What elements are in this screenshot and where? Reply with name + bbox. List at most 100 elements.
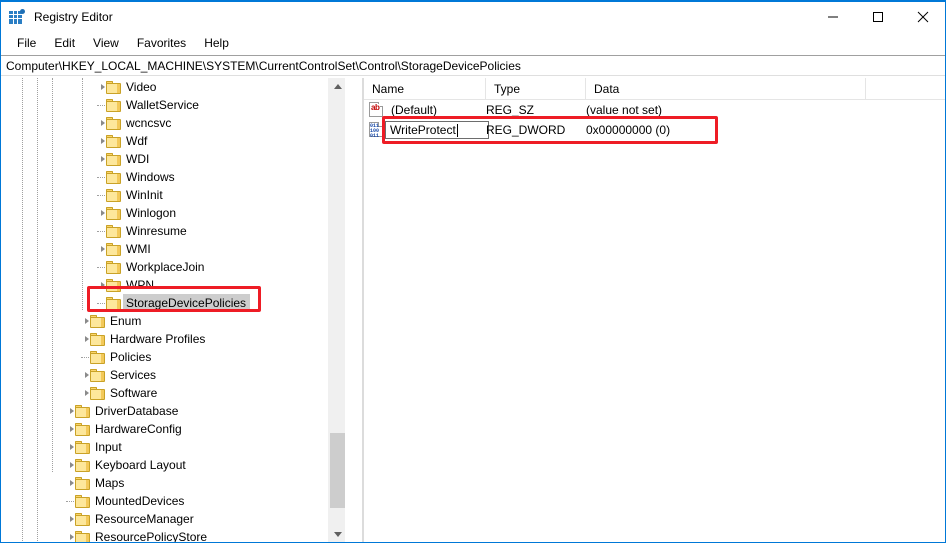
values-column-header: Name Type Data (364, 78, 945, 100)
value-name-edit-text: WriteProtect (390, 123, 456, 137)
tree-item[interactable]: WPN (2, 276, 345, 294)
menu-item-favorites[interactable]: Favorites (128, 33, 195, 55)
tree-item[interactable]: Video (2, 78, 345, 96)
tree-item[interactable]: Software (2, 384, 345, 402)
tree-item[interactable]: Enum (2, 312, 345, 330)
tree-item-label: Software (110, 386, 158, 400)
tree-item-label: Policies (110, 350, 152, 364)
tree-item-label: Video (126, 80, 157, 94)
tree-item-label: Winresume (126, 224, 187, 238)
tree-item[interactable]: Windows (2, 168, 345, 186)
folder-icon (106, 189, 121, 202)
close-button[interactable] (900, 2, 945, 32)
menu-item-view[interactable]: View (84, 33, 128, 55)
tree-item-label: ResourcePolicyStore (95, 530, 208, 543)
tree-scrollbar-thumb[interactable] (330, 433, 345, 508)
column-header-spacer (866, 78, 945, 100)
folder-icon (106, 207, 121, 220)
folder-icon (106, 243, 121, 256)
tree-item[interactable]: Input (2, 438, 345, 456)
folder-icon (106, 279, 121, 292)
column-header-type[interactable]: Type (486, 78, 586, 100)
folder-icon (75, 495, 90, 508)
tree-item-label: WDI (126, 152, 150, 166)
folder-icon (90, 351, 105, 364)
value-data: 0x00000000 (0) (586, 123, 671, 137)
maximize-button[interactable] (855, 2, 900, 32)
tree-item-label: Winlogon (126, 206, 177, 220)
folder-icon (75, 477, 90, 490)
tree-item-label: HardwareConfig (95, 422, 182, 436)
tree-item-label: MountedDevices (95, 494, 185, 508)
tree-item-label: Hardware Profiles (110, 332, 206, 346)
folder-icon (90, 315, 105, 328)
tree-item[interactable]: Keyboard Layout (2, 456, 345, 474)
registry-path-text: Computer\HKEY_LOCAL_MACHINE\SYSTEM\Curre… (6, 58, 521, 73)
editor-body: Video WalletService wcncsvc Wdf WDI Windows Wi… (2, 78, 945, 543)
folder-icon (106, 225, 121, 238)
folder-icon (106, 261, 121, 274)
registry-tree-pane: Video WalletService wcncsvc Wdf WDI Windows Wi… (2, 78, 362, 543)
tree-item-label: Wdf (126, 134, 148, 148)
tree-item-label: Windows (126, 170, 175, 184)
text-caret (456, 123, 458, 137)
tree-item[interactable]: DriverDatabase (2, 402, 345, 420)
value-row[interactable]: ab (Default) REG_SZ (value not set) (364, 100, 945, 120)
dword-value-icon: 011 100 011 (369, 122, 384, 139)
menu-item-file[interactable]: File (8, 33, 45, 55)
tree-item[interactable]: Services (2, 366, 345, 384)
window-title: Registry Editor (34, 10, 113, 24)
folder-icon (75, 423, 90, 436)
value-name-edit-input[interactable]: WriteProtect (385, 121, 489, 139)
string-value-icon: ab (369, 102, 384, 117)
value-row[interactable]: 011 100 011 WriteProtect REG_DWORD 0x00000000… (364, 120, 945, 140)
registry-tree[interactable]: Video WalletService wcncsvc Wdf WDI Windows Wi… (2, 78, 345, 543)
folder-icon (106, 81, 121, 94)
tree-item[interactable]: WinInit (2, 186, 345, 204)
tree-item[interactable]: wcncsvc (2, 114, 345, 132)
registry-editor-window: Registry Editor File Edit View Favorites… (0, 0, 946, 543)
scroll-down-icon[interactable] (329, 526, 346, 542)
tree-item[interactable]: WorkplaceJoin (2, 258, 345, 276)
tree-item[interactable]: ResourceManager (2, 510, 345, 528)
tree-item[interactable]: WalletService (2, 96, 345, 114)
tree-item[interactable]: MountedDevices (2, 492, 345, 510)
folder-icon (75, 531, 90, 542)
tree-item-label: Maps (95, 476, 125, 490)
menu-item-help[interactable]: Help (195, 33, 238, 55)
address-bar[interactable]: Computer\HKEY_LOCAL_MACHINE\SYSTEM\Curre… (1, 55, 945, 76)
tree-item[interactable]: Hardware Profiles (2, 330, 345, 348)
tree-item[interactable]: WDI (2, 150, 345, 168)
tree-item[interactable]: WMI (2, 240, 345, 258)
values-rows[interactable]: ab (Default) REG_SZ (value not set) 011 100 01… (364, 100, 945, 140)
column-header-data[interactable]: Data (586, 78, 866, 100)
tree-item-label: WPN (126, 278, 154, 292)
folder-icon (90, 387, 105, 400)
title-bar: Registry Editor (1, 2, 945, 32)
tree-item[interactable]: Wdf (2, 132, 345, 150)
folder-icon (106, 297, 121, 310)
tree-item[interactable]: Winlogon (2, 204, 345, 222)
column-header-name[interactable]: Name (364, 78, 486, 100)
folder-icon (75, 459, 90, 472)
tree-item[interactable]: Winresume (2, 222, 345, 240)
value-type: REG_SZ (486, 103, 535, 117)
scroll-up-icon[interactable] (329, 78, 346, 95)
window-controls (810, 2, 945, 32)
tree-vertical-scrollbar[interactable] (328, 78, 346, 542)
tree-item-label: WMI (126, 242, 151, 256)
tree-item-label: wcncsvc (126, 116, 172, 130)
minimize-button[interactable] (810, 2, 855, 32)
tree-item[interactable]: Policies (2, 348, 345, 366)
tree-item-label: ResourceManager (95, 512, 194, 526)
tree-item-label: DriverDatabase (95, 404, 179, 418)
folder-icon (90, 333, 105, 346)
menu-bar: File Edit View Favorites Help (1, 32, 945, 55)
tree-item-label: WinInit (126, 188, 163, 202)
tree-item[interactable]: StorageDevicePolicies (2, 294, 345, 312)
folder-icon (75, 405, 90, 418)
menu-item-edit[interactable]: Edit (45, 33, 84, 55)
tree-item[interactable]: ResourcePolicyStore (2, 528, 345, 543)
tree-item[interactable]: HardwareConfig (2, 420, 345, 438)
tree-item[interactable]: Maps (2, 474, 345, 492)
